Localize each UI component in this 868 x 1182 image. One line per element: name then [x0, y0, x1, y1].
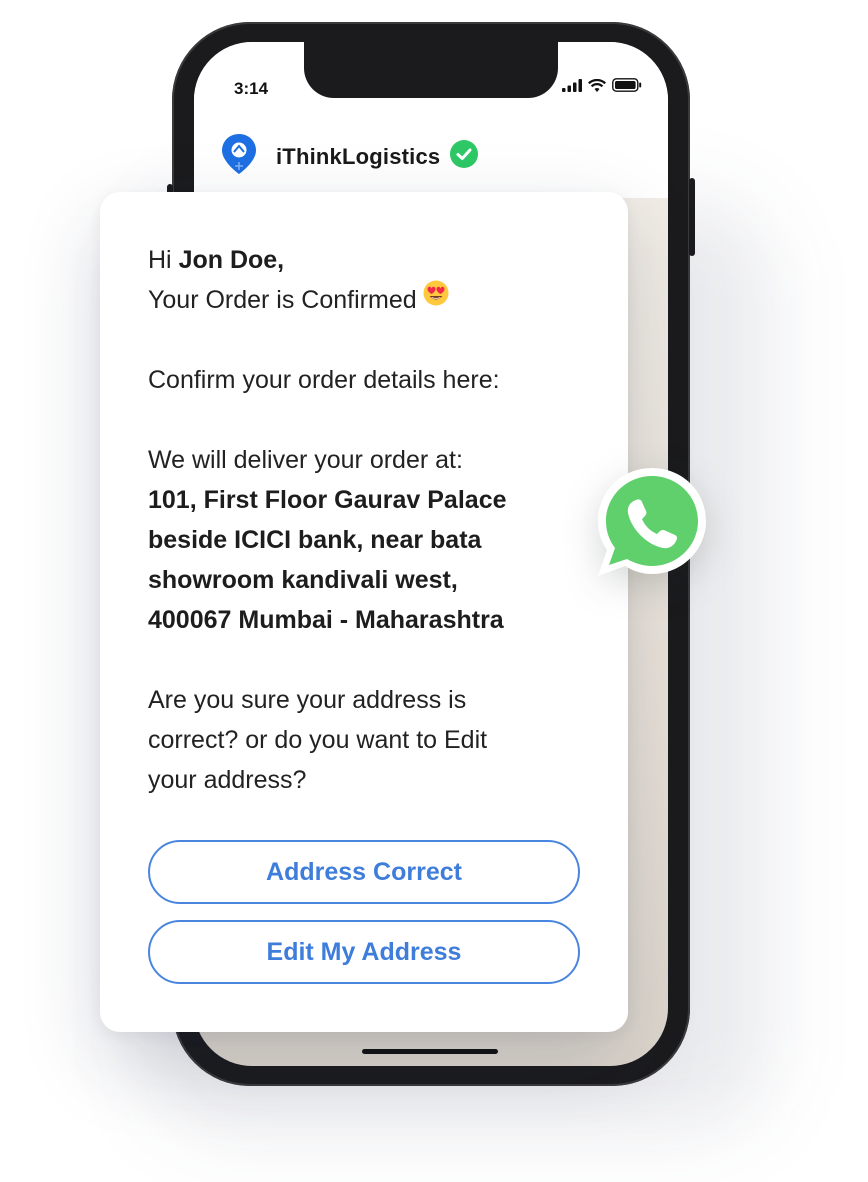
greeting-text: Hi: [148, 246, 179, 274]
status-time: 3:14: [234, 79, 269, 98]
whatsapp-icon: [592, 464, 712, 580]
location-pin-logo-icon: [220, 132, 258, 181]
battery-icon: [612, 78, 642, 97]
message-body: Hi Jon Doe, Your Order is Confirmed Conf…: [148, 240, 588, 800]
chat-header: 3:14 iThinkLogistics: [194, 42, 668, 198]
question-line-1: Are you sure your address is: [148, 686, 467, 714]
address-line-3: showroom kandivali west,: [148, 566, 458, 594]
verified-check-icon: [450, 140, 479, 173]
brand-name: iThinkLogistics: [276, 143, 441, 169]
wifi-icon: [588, 78, 606, 97]
heart-eyes-emoji-icon: [423, 278, 449, 318]
confirm-details-text: Confirm your order details here:: [148, 366, 500, 394]
phone-side-button-right: [689, 178, 695, 256]
status-icons: [562, 78, 642, 97]
message-card: Hi Jon Doe, Your Order is Confirmed Conf…: [100, 192, 628, 1032]
home-indicator: [362, 1049, 498, 1054]
deliver-intro-text: We will deliver your order at:: [148, 446, 463, 474]
question-line-3: your address?: [148, 766, 307, 794]
phone-notch: [304, 42, 558, 98]
address-line-4: 400067 Mumbai - Maharashtra: [148, 606, 504, 634]
customer-name: Jon Doe,: [178, 246, 285, 274]
question-line-2: correct? or do you want to Edit: [148, 726, 488, 754]
address-line-1: 101, First Floor Gaurav Palace: [148, 486, 507, 514]
order-confirmed-text: Your Order is Confirmed: [148, 286, 417, 314]
edit-address-button[interactable]: Edit My Address: [148, 920, 580, 984]
brand-row: iThinkLogistics: [220, 132, 479, 181]
address-correct-button[interactable]: Address Correct: [148, 840, 580, 904]
signal-icon: [562, 78, 582, 97]
address-line-2: beside ICICI bank, near bata: [148, 526, 482, 554]
